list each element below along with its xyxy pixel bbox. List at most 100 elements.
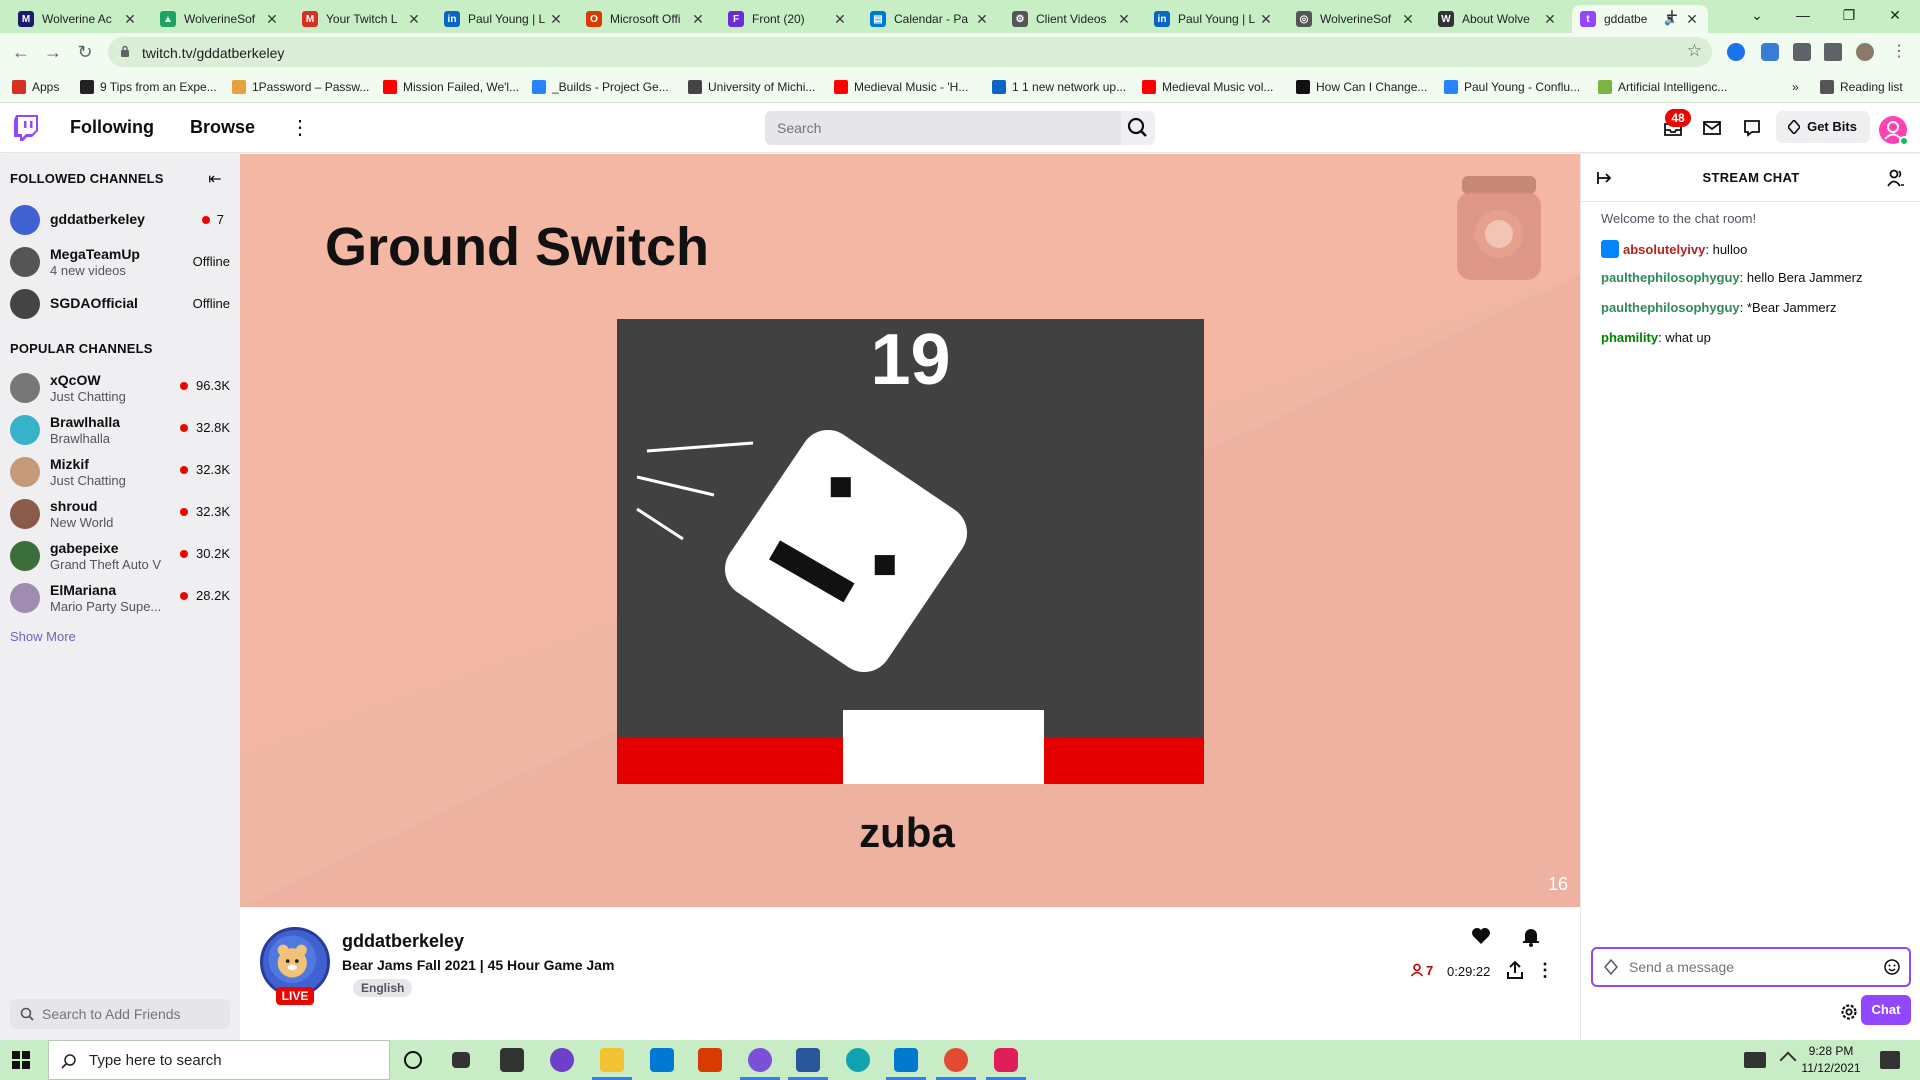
bookmark-item[interactable]: University of Michi...: [688, 78, 815, 96]
extension-icon[interactable]: [1761, 43, 1779, 61]
notification-bell-icon[interactable]: [1517, 922, 1545, 950]
tab-close-icon[interactable]: ✕: [832, 11, 848, 28]
bookmark-item[interactable]: Apps: [12, 78, 59, 96]
forward-icon[interactable]: →: [40, 39, 66, 65]
tab-close-icon[interactable]: ✕: [1258, 11, 1274, 28]
nav-following[interactable]: Following: [70, 117, 154, 138]
bookmark-item[interactable]: 1 1 new network up...: [992, 78, 1126, 96]
search-field[interactable]: [765, 111, 1121, 145]
word-icon[interactable]: [796, 1048, 820, 1072]
channel-row[interactable]: gddatberkeley 7: [0, 200, 240, 242]
reload-icon[interactable]: ↻: [72, 39, 98, 65]
browser-tab[interactable]: O Microsoft Offi ✕: [578, 5, 714, 33]
reading-list[interactable]: Reading list: [1820, 78, 1903, 96]
chat-send-button[interactable]: Chat: [1861, 995, 1911, 1025]
extension-icon[interactable]: [1727, 43, 1745, 61]
search-input[interactable]: [765, 111, 1121, 145]
tab-close-icon[interactable]: ✕: [122, 11, 138, 28]
friends-search-field[interactable]: [10, 999, 230, 1029]
browser-tab[interactable]: ⚙ Client Videos ✕: [1004, 5, 1140, 33]
chat-message-input[interactable]: [1593, 949, 1909, 985]
address-bar[interactable]: twitch.tv/gddatberkeley ☆: [108, 37, 1712, 67]
vscode-icon[interactable]: [894, 1048, 918, 1072]
keyboard-icon[interactable]: [1744, 1052, 1766, 1068]
search-button[interactable]: [1121, 111, 1155, 145]
tab-close-icon[interactable]: ✕: [1684, 11, 1700, 28]
follow-heart-icon[interactable]: [1467, 922, 1495, 950]
browser-tab[interactable]: in Paul Young | L ✕: [1146, 5, 1282, 33]
language-tag[interactable]: English: [353, 979, 413, 997]
tab-close-icon[interactable]: ✕: [264, 11, 280, 28]
cortana-icon[interactable]: [404, 1051, 422, 1069]
browser-tab[interactable]: F Front (20) ✕: [720, 5, 856, 33]
get-bits-button[interactable]: Get Bits: [1776, 111, 1870, 143]
browser-tab[interactable]: W About Wolve ✕: [1430, 5, 1566, 33]
clock-time[interactable]: 9:28 PM: [1792, 1044, 1870, 1058]
browser-tab[interactable]: in Paul Young | L ✕: [436, 5, 572, 33]
browser-tab[interactable]: ◎ WolverineSof ✕: [1288, 5, 1424, 33]
tab-close-icon[interactable]: ✕: [974, 11, 990, 28]
channel-row[interactable]: gabepeixe Grand Theft Auto V 30.2K: [0, 536, 240, 578]
edge-icon[interactable]: [846, 1048, 870, 1072]
clock-date[interactable]: 11/12/2021: [1792, 1061, 1870, 1075]
file-explorer-icon[interactable]: [600, 1048, 624, 1072]
minimize-button[interactable]: —: [1780, 0, 1826, 30]
channel-row[interactable]: Mizkif Just Chatting 32.3K: [0, 452, 240, 494]
share-icon[interactable]: [1504, 959, 1526, 981]
more-menu-icon[interactable]: ⋮: [290, 115, 310, 140]
slack-icon[interactable]: [994, 1048, 1018, 1072]
chat-username[interactable]: absolutelyivy: [1623, 242, 1705, 257]
more-options-icon[interactable]: ⋮: [1536, 959, 1554, 981]
browser-tab[interactable]: M Your Twitch L ✕: [294, 5, 430, 33]
nav-browse[interactable]: Browse: [190, 117, 255, 138]
bookmark-item[interactable]: Mission Failed, We'l...: [383, 78, 519, 96]
chrome-menu-icon[interactable]: ⋮: [1886, 39, 1912, 65]
video-player[interactable]: Ground Switch 19 zuba 16: [240, 154, 1580, 907]
bookmark-item[interactable]: Paul Young - Conflu...: [1444, 78, 1580, 96]
tab-search-icon[interactable]: ⌄: [1734, 0, 1780, 30]
close-window-button[interactable]: ✕: [1872, 0, 1918, 30]
notification-center-icon[interactable]: [1880, 1051, 1900, 1069]
channel-row[interactable]: Brawlhalla Brawlhalla 32.8K: [0, 410, 240, 452]
back-icon[interactable]: ←: [8, 39, 34, 65]
friends-search-input[interactable]: [10, 999, 230, 1029]
channel-row[interactable]: ElMariana Mario Party Supe... 28.2K: [0, 578, 240, 620]
bookmark-item[interactable]: 1Password – Passw...: [232, 78, 369, 96]
windows-start-icon[interactable]: [12, 1051, 30, 1069]
restore-button[interactable]: ❐: [1826, 0, 1872, 30]
bookmark-item[interactable]: Artificial Intelligenc...: [1598, 78, 1727, 96]
chat-input-box[interactable]: [1591, 947, 1911, 987]
channel-row[interactable]: MegaTeamUp 4 new videos Offline: [0, 242, 240, 284]
emote-picker-icon[interactable]: [1883, 958, 1901, 976]
twitch-logo-icon[interactable]: [14, 115, 38, 141]
discord-icon[interactable]: [748, 1048, 772, 1072]
tab-close-icon[interactable]: ✕: [548, 11, 564, 28]
collapse-sidebar-icon[interactable]: ⇤: [205, 169, 225, 188]
show-more-link[interactable]: Show More: [10, 629, 76, 644]
chat-username[interactable]: paulthephilosophyguy: [1601, 270, 1740, 285]
chrome-icon[interactable]: [944, 1048, 968, 1072]
chat-settings-gear-icon[interactable]: [1839, 1002, 1859, 1022]
new-tab-button[interactable]: +: [1660, 5, 1684, 29]
bookmark-star-icon[interactable]: ☆: [1687, 41, 1702, 61]
bookmark-overflow-icon[interactable]: »: [1792, 78, 1799, 96]
bookmark-item[interactable]: Medieval Music vol...: [1142, 78, 1273, 96]
profile-avatar[interactable]: [1856, 43, 1874, 61]
bits-icon[interactable]: [1603, 959, 1619, 975]
puzzle-icon[interactable]: [1793, 43, 1811, 61]
bookmark-item[interactable]: 9 Tips from an Expe...: [80, 78, 217, 96]
tab-close-icon[interactable]: ✕: [1400, 11, 1416, 28]
channel-row[interactable]: shroud New World 32.3K: [0, 494, 240, 536]
office-icon[interactable]: [698, 1048, 722, 1072]
streamer-name[interactable]: gddatberkeley: [342, 931, 464, 952]
bookmark-item[interactable]: How Can I Change...: [1296, 78, 1427, 96]
taskbar-search-box[interactable]: Type here to search: [48, 1040, 390, 1080]
browser-tab[interactable]: M Wolverine Ac ✕: [10, 5, 146, 33]
channel-row[interactable]: xQcOW Just Chatting 96.3K: [0, 368, 240, 410]
tab-close-icon[interactable]: ✕: [406, 11, 422, 28]
chat-username[interactable]: paulthephilosophyguy: [1601, 300, 1740, 315]
lock-icon[interactable]: [120, 45, 130, 57]
channel-row[interactable]: SGDAOfficial Offline: [0, 284, 240, 326]
mail-icon[interactable]: [650, 1048, 674, 1072]
media-control-icon[interactable]: [1824, 43, 1842, 61]
